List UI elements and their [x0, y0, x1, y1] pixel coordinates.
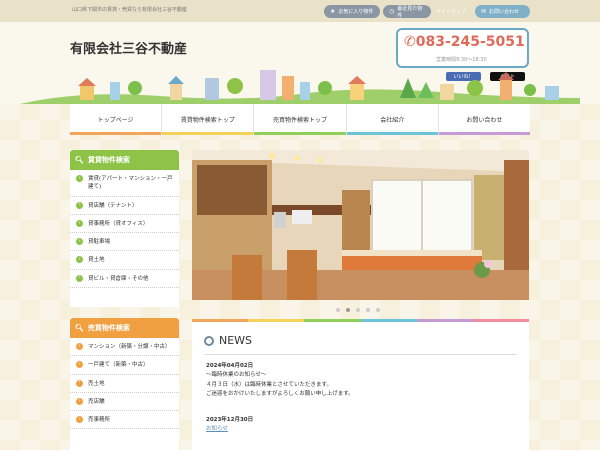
sale-search-title: 売買物件検索 [87, 324, 130, 332]
arrow-icon: › [76, 361, 83, 369]
sidebar-item-sale-mansion[interactable]: › マンション（新築・分譲・中古） [70, 338, 179, 357]
arrow-icon: › [76, 220, 83, 227]
arrow-icon: › [76, 343, 83, 350]
contact-label: お問い合わせ [489, 9, 520, 15]
ring-icon [204, 335, 214, 346]
phone-icon: ✆ [404, 34, 416, 50]
news-entry: 2023年12月30日 お知らせ [206, 416, 253, 435]
mail-icon: ✉ [481, 8, 487, 15]
rent-search-panel: 🔍︎ 賃貸物件検索 › 賃貸(アパート・マンション・一戸建て) › 貸店舗（テナント… [70, 150, 179, 307]
sidebar-item-label: 貸事務所（貸オフィス） [88, 220, 149, 227]
sidebar-item-rent-land[interactable]: › 貸土地 [70, 251, 179, 270]
sidebar-item-sale-office[interactable]: › 売事務所 [70, 411, 179, 430]
sale-search-heading[interactable]: 🔍︎ 売買物件検索 [70, 318, 179, 338]
arrow-icon: › [76, 398, 83, 405]
sidebar-item-sale-land[interactable]: › 売土地 [70, 375, 179, 393]
slider-dot[interactable] [336, 308, 340, 312]
rent-search-heading[interactable]: 🔍︎ 賃貸物件検索 [70, 150, 179, 170]
sidebar-item-label: 貸ビル・貸倉庫・その他 [88, 275, 149, 282]
news-link[interactable]: お知らせ [206, 425, 253, 434]
sidebar-item-label: 売土地 [88, 380, 105, 387]
sidebar-item-label: 賃貸(アパート・マンション・一戸建て) [88, 176, 173, 191]
news-line: ４月３日（水）は臨時休業とさせていただきます。 [206, 381, 332, 388]
sidebar-item-rent-residential[interactable]: › 賃貸(アパート・マンション・一戸建て) [70, 170, 179, 197]
phone-box: ✆083-245-5051 営業時間9:30～18:30 [396, 28, 529, 68]
nav-sale-search[interactable]: 売買物件検索トップ [254, 104, 347, 135]
phone-text: 083-245-5051 [415, 34, 525, 50]
sidebar-item-rent-parking[interactable]: › 貸駐車場 [70, 233, 179, 252]
sidebar-item-label: マンション（新築・分譲・中古） [88, 344, 171, 350]
news-date: 2024年04月02日 [206, 363, 254, 369]
sidebar-item-label: 貸駐車場 [88, 239, 111, 245]
sidebar-item-sale-house[interactable]: › 一戸建て（新築・中古） [70, 356, 179, 375]
news-title: NEWS [219, 334, 253, 347]
arrow-icon: › [76, 175, 83, 182]
favorites-label: お気に入り物件 [338, 9, 374, 15]
sidebar-item-label: 一戸建て（新築・中古） [88, 362, 149, 369]
news-line: ご迷惑をおかけいたしますがよろしくお願い申し上げます。 [206, 391, 354, 398]
site-header: 有限会社三谷不動産 ✆083-245-5051 営業時間9:30～18:30 い… [0, 22, 600, 104]
sidebar-item-label: 売事務所 [88, 417, 111, 423]
slider-dot[interactable] [376, 308, 380, 312]
slider-pagination [336, 308, 380, 312]
search-icon: 🔍︎ [75, 156, 84, 164]
recent-viewed-button[interactable]: ◷ 最近見た物件 [383, 5, 431, 19]
business-hours: 営業時間9:30～18:30 [436, 57, 487, 63]
sale-search-panel: 🔍︎ 売買物件検索 › マンション（新築・分譲・中古） › 一戸建て（新築・中古） … [70, 318, 179, 450]
slider-dot[interactable] [366, 308, 370, 312]
arrow-icon: › [76, 201, 83, 209]
global-nav: トップページ 賃貸物件検索トップ 売買物件検索トップ 会社紹介 お問い合わせ [70, 104, 531, 135]
arrow-icon: › [76, 238, 83, 245]
news-entry: 2024年04月02日 ～臨時休業のお知らせ～ ４月３日（水）は臨時休業とさせて… [206, 362, 354, 399]
news-section: NEWS 2024年04月02日 ～臨時休業のお知らせ～ ４月３日（水）は臨時休… [192, 322, 529, 450]
sidebar-item-rent-office[interactable]: › 貸事務所（貸オフィス） [70, 215, 179, 233]
nav-contact[interactable]: お問い合わせ [438, 104, 531, 135]
rent-search-title: 賃貸物件検索 [87, 156, 130, 164]
sidebar-item-label: 貸店舗（テナント） [88, 202, 138, 209]
company-logo[interactable]: 有限会社三谷不動産 [70, 38, 187, 57]
sidebar-item-label: 売店舗 [88, 398, 105, 405]
favorites-button[interactable]: ★ お気に入り物件 [324, 5, 380, 18]
contact-button[interactable]: ✉ お問い合わせ [475, 5, 530, 18]
kitchen-photo [192, 150, 529, 300]
arrow-icon: › [76, 256, 83, 264]
sidebar-item-rent-shop[interactable]: › 貸店舗（テナント） [70, 197, 179, 215]
search-icon: 🔍︎ [75, 324, 84, 332]
news-heading: NEWS [204, 334, 252, 347]
town-illustration [20, 70, 580, 104]
nav-rent-search[interactable]: 賃貸物件検索トップ [162, 104, 255, 135]
arrow-icon: › [76, 416, 83, 423]
sitemap-link[interactable]: サイトマップ [436, 8, 466, 15]
arrow-icon: › [76, 379, 83, 387]
slider-dot[interactable] [356, 308, 360, 312]
arrow-icon: › [76, 274, 83, 282]
site-tagline: 山口県下関市の賃貸・売買なら有限会社三谷不動産 [72, 7, 188, 13]
sidebar-item-sale-shop[interactable]: › 売店舗 [70, 393, 179, 411]
sidebar-item-label: 貸土地 [88, 257, 105, 264]
recent-label: 最近見た物件 [397, 5, 423, 19]
sidebar-item-rent-other[interactable]: › 貸ビル・貸倉庫・その他 [70, 270, 179, 288]
news-date: 2023年12月30日 [206, 417, 254, 423]
clock-icon: ◷ [389, 8, 395, 15]
news-line: ～臨時休業のお知らせ～ [206, 372, 267, 379]
slider-dot-active[interactable] [346, 308, 350, 312]
nav-company[interactable]: 会社紹介 [346, 104, 439, 135]
news-divider [204, 354, 517, 355]
phone-number[interactable]: ✆083-245-5051 [404, 34, 525, 50]
star-icon: ★ [330, 8, 336, 15]
hero-slider-image[interactable] [192, 150, 529, 300]
nav-top-page[interactable]: トップページ [70, 104, 163, 135]
